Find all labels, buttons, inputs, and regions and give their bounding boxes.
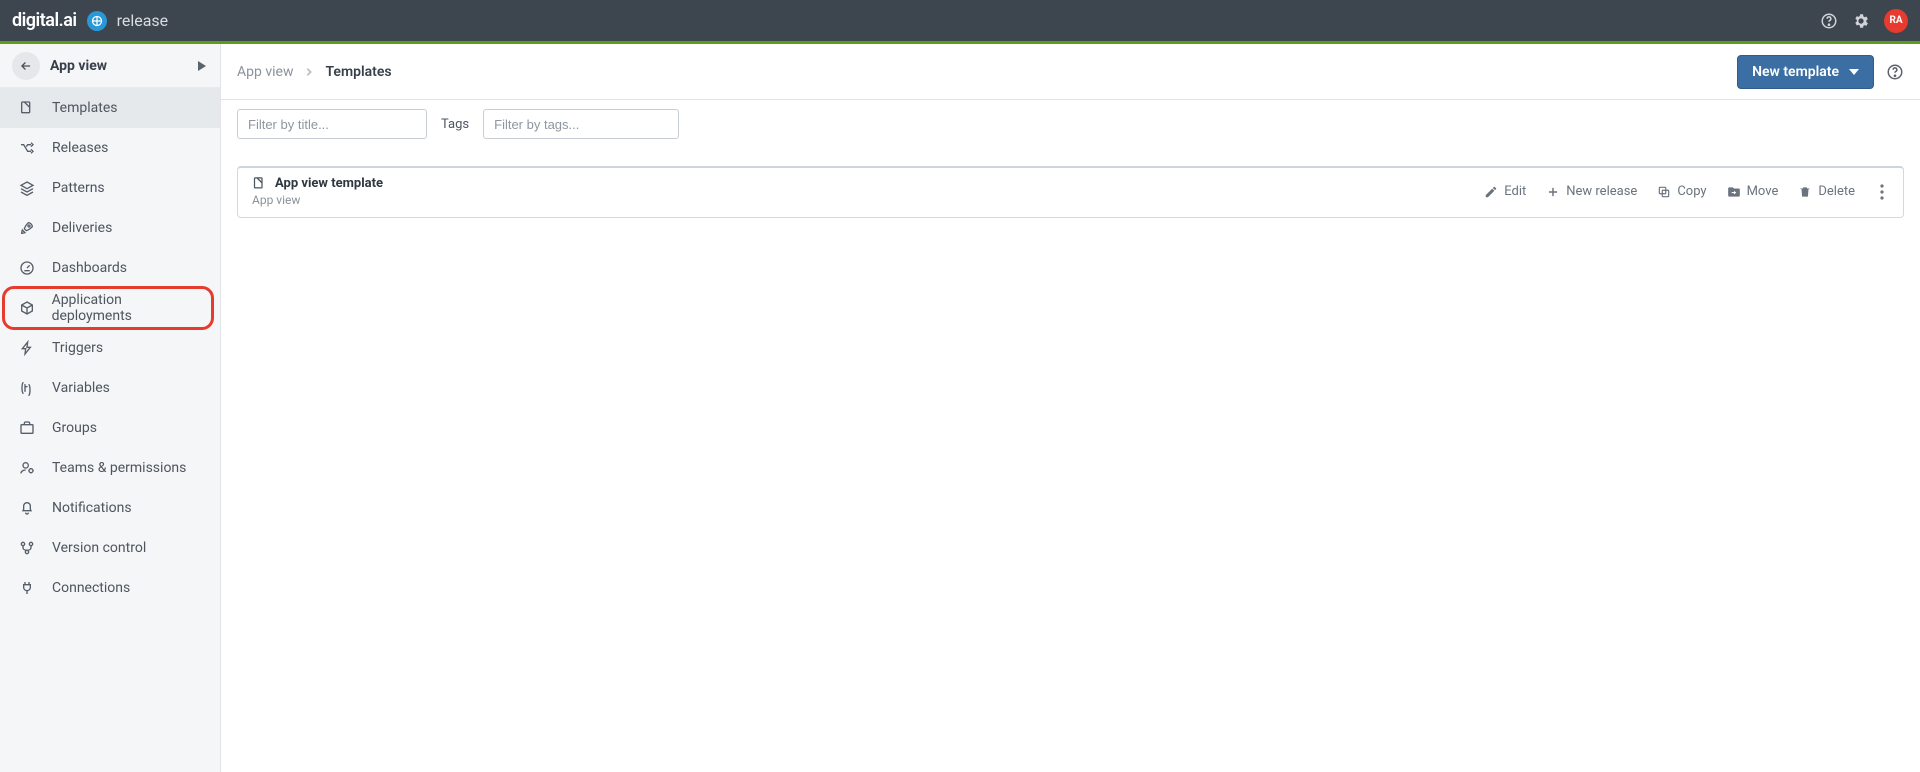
chevron-right-icon [305, 67, 313, 77]
breadcrumb-parent[interactable]: App view [237, 64, 293, 80]
filter-bar: Tags [221, 100, 1920, 148]
bell-icon [18, 500, 36, 516]
move-action[interactable]: Move [1727, 184, 1779, 199]
template-info: App view template App view [252, 176, 383, 207]
copy-label: Copy [1677, 184, 1706, 199]
sidebar-item-groups[interactable]: Groups [0, 408, 220, 448]
sidebar-item-connections[interactable]: Connections [0, 568, 220, 608]
copy-action[interactable]: Copy [1657, 184, 1706, 199]
sidebar-item-label: Deliveries [52, 220, 112, 236]
template-actions: Edit New release Copy Move [1484, 184, 1889, 200]
sidebar-item-label: Triggers [52, 340, 103, 356]
breadcrumb-current: Templates [325, 64, 391, 80]
delete-action[interactable]: Delete [1798, 184, 1855, 199]
page-help-icon[interactable] [1886, 63, 1904, 81]
briefcase-icon [18, 420, 36, 436]
pencil-icon [1484, 185, 1498, 199]
tags-label: Tags [441, 117, 469, 132]
layers-icon [18, 180, 36, 196]
filter-title-input[interactable] [237, 109, 427, 139]
user-avatar[interactable]: RA [1884, 9, 1908, 33]
sidebar-item-label: Releases [52, 140, 108, 156]
sidebar-item-dashboards[interactable]: Dashboards [0, 248, 220, 288]
sidebar-item-application-deployments[interactable]: Application deployments [0, 288, 220, 328]
sidebar-nav: Templates Releases Patterns Deliveries D… [0, 88, 220, 608]
sidebar-item-deliveries[interactable]: Deliveries [0, 208, 220, 248]
edit-action[interactable]: Edit [1484, 184, 1526, 199]
sidebar-item-version-control[interactable]: Version control [0, 528, 220, 568]
template-list: App view template App view Edit New rele… [221, 148, 1920, 218]
sidebar-item-teams-permissions[interactable]: Teams & permissions [0, 448, 220, 488]
sidebar-item-releases[interactable]: Releases [0, 128, 220, 168]
template-title: App view template [275, 176, 383, 191]
help-icon[interactable] [1820, 12, 1838, 30]
user-gear-icon [18, 460, 36, 476]
folder-move-icon [1727, 185, 1741, 199]
sidebar-item-label: Patterns [52, 180, 105, 196]
brand-block: digital.ai release [12, 10, 168, 31]
new-release-action[interactable]: New release [1546, 184, 1637, 199]
shuffle-icon [18, 140, 36, 156]
new-template-label: New template [1752, 64, 1839, 80]
gear-icon[interactable] [1852, 12, 1870, 30]
caret-down-icon [1849, 69, 1859, 75]
copy-icon [1657, 185, 1671, 199]
template-folder: App view [252, 193, 383, 207]
sidebar-item-label: Variables [52, 380, 110, 396]
plug-icon [18, 580, 36, 596]
plus-icon [1546, 185, 1560, 199]
branch-icon [18, 540, 36, 556]
sidebar-title: App view [50, 58, 107, 74]
pagehead-actions: New template [1737, 55, 1904, 89]
page-header: App view Templates New template [221, 44, 1920, 100]
sidebar: App view Templates Releases Patterns Del… [0, 44, 221, 772]
sidebar-item-patterns[interactable]: Patterns [0, 168, 220, 208]
breadcrumb: App view Templates [237, 64, 392, 80]
sidebar-item-label: Groups [52, 420, 97, 436]
sidebar-item-label: Application deployments [52, 292, 202, 324]
template-icon [18, 100, 36, 116]
cube-icon [18, 300, 36, 316]
sidebar-header: App view [0, 44, 220, 88]
delete-label: Delete [1818, 184, 1855, 199]
sidebar-item-variables[interactable]: Variables [0, 368, 220, 408]
new-release-label: New release [1566, 184, 1637, 199]
rocket-icon [18, 220, 36, 236]
brand-product: release [117, 11, 169, 30]
top-bar: digital.ai release RA [0, 0, 1920, 41]
expand-icon[interactable] [198, 61, 206, 71]
template-row[interactable]: App view template App view Edit New rele… [237, 166, 1904, 218]
sidebar-item-label: Teams & permissions [52, 460, 186, 476]
sidebar-item-templates[interactable]: Templates [0, 88, 220, 128]
back-button[interactable] [12, 52, 40, 80]
sidebar-item-label: Templates [52, 100, 118, 116]
sidebar-item-label: Dashboards [52, 260, 127, 276]
template-title-row: App view template [252, 176, 383, 191]
sidebar-item-label: Connections [52, 580, 130, 596]
main-area: App view Templates New template Tags [221, 44, 1920, 772]
edit-label: Edit [1504, 184, 1526, 199]
template-icon [252, 176, 267, 191]
brand-name: digital.ai [12, 10, 77, 31]
new-template-button[interactable]: New template [1737, 55, 1874, 89]
gauge-icon [18, 260, 36, 276]
sidebar-item-notifications[interactable]: Notifications [0, 488, 220, 528]
more-actions-icon[interactable] [1875, 184, 1889, 200]
trash-icon [1798, 185, 1812, 199]
brand-icon [87, 11, 107, 31]
sidebar-item-label: Notifications [52, 500, 132, 516]
sidebar-item-triggers[interactable]: Triggers [0, 328, 220, 368]
sidebar-item-label: Version control [52, 540, 146, 556]
topbar-actions: RA [1820, 9, 1908, 33]
bolt-icon [18, 340, 36, 356]
move-label: Move [1747, 184, 1779, 199]
variable-icon [18, 380, 36, 396]
filter-tags-input[interactable] [483, 109, 679, 139]
